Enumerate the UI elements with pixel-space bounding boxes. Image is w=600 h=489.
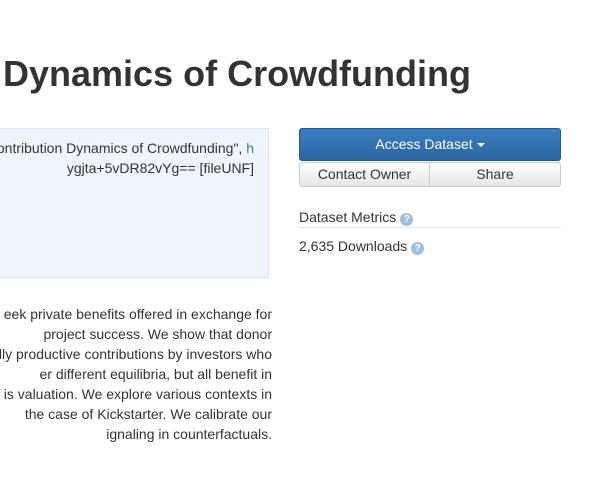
dataset-description: eek private benefits offered in exchange… (0, 304, 272, 444)
access-dataset-label: Access Dataset (375, 136, 473, 152)
caret-down-icon (476, 143, 485, 148)
downloads-label: 2,635 Downloads (299, 238, 408, 254)
description-line: er different equilibria, but all benefit… (39, 366, 272, 382)
citation-text: ontribution Dynamics of Crowdfunding", (0, 140, 247, 156)
page-title: Dynamics of Crowdfunding (3, 53, 471, 94)
description-line: the case of Kickstarter. We calibrate ou… (24, 406, 272, 422)
description-line: ignaling in counterfactuals. (106, 426, 272, 442)
description-line: project success. We show that donor (43, 326, 272, 342)
metrics-divider (299, 227, 561, 228)
description-line: lly productive contributions by investor… (0, 346, 272, 362)
citation-box: ontribution Dynamics of Crowdfunding", h… (0, 128, 269, 278)
citation-text-line-2: ygjta+5vDR82vYg== [fileUNF] (66, 160, 254, 176)
downloads-count: 2,635 Downloads? (299, 236, 425, 256)
contact-owner-button[interactable]: Contact Owner (299, 162, 430, 187)
citation-link[interactable]: h (246, 140, 254, 156)
question-circle-icon[interactable]: ? (400, 213, 414, 226)
dataset-metrics-label: Dataset Metrics (299, 209, 397, 225)
access-dataset-button[interactable]: Access Dataset (299, 128, 561, 161)
dataset-metrics-heading: Dataset Metrics? (299, 207, 414, 227)
description-line: eek private benefits offered in exchange… (3, 306, 272, 322)
share-button[interactable]: Share (430, 162, 561, 187)
question-circle-icon[interactable]: ? (411, 242, 425, 255)
description-line: is valuation. We explore various context… (3, 386, 272, 402)
citation-text-line-1: ontribution Dynamics of Crowdfunding", h (0, 138, 254, 158)
